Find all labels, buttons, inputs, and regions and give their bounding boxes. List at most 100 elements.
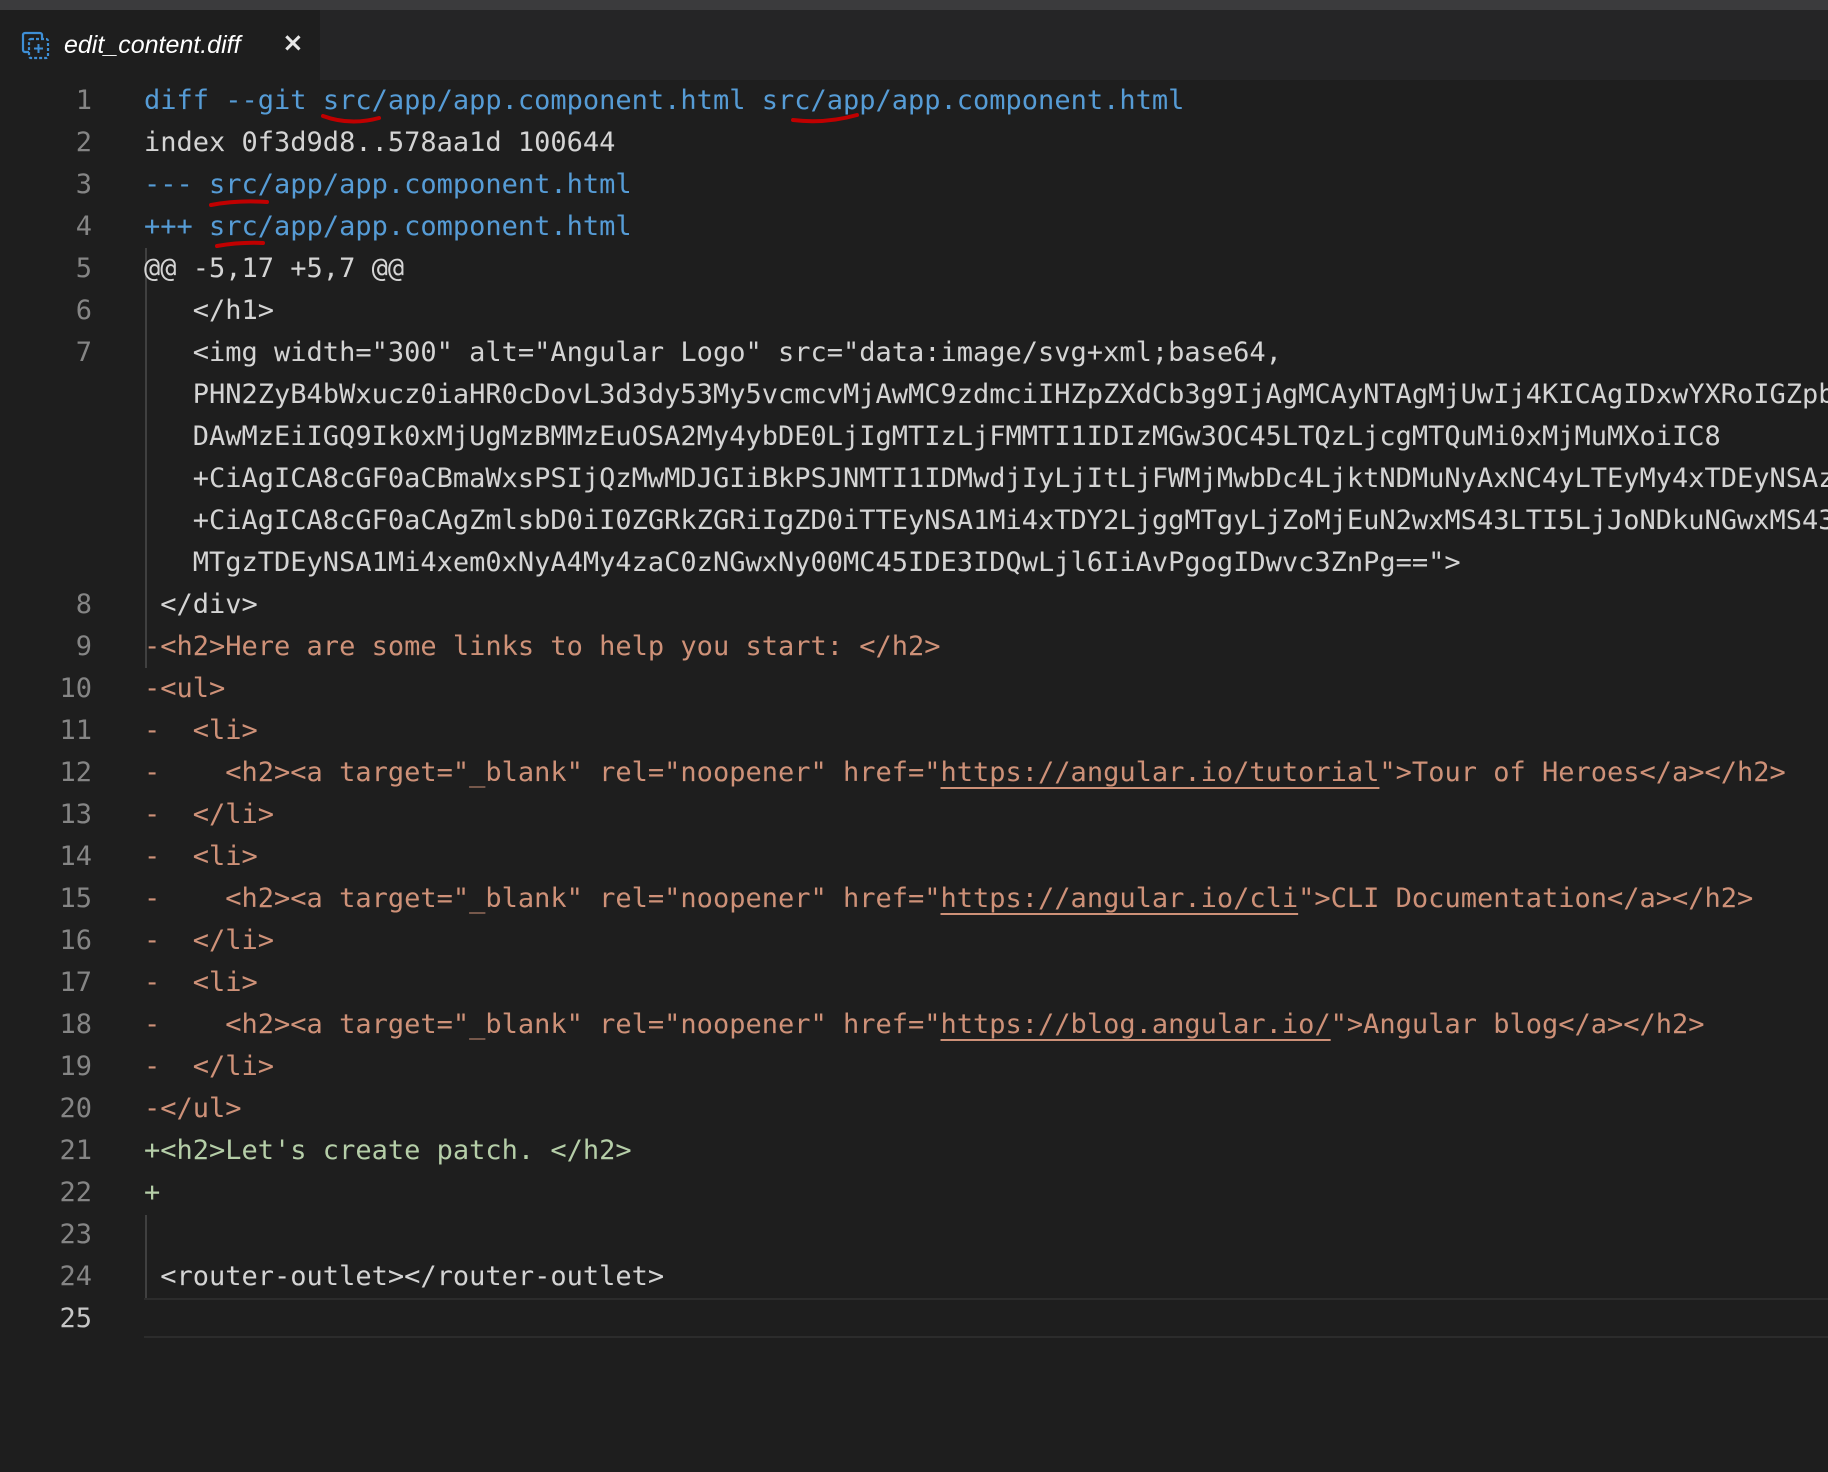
removed-line: -<h2>Here are some links to help you sta… (144, 631, 941, 662)
line-number: 6 (75, 295, 92, 326)
code-line: 11 - <li> (0, 710, 1828, 752)
code-line: 24 <router-outlet></router-outlet> (0, 1256, 1828, 1298)
annotation-underline (791, 113, 859, 124)
annotation-underline (321, 114, 381, 124)
file-path: src/app/app.component.html (322, 85, 746, 116)
code-text: ">Angular blog</a></h2> (1330, 1009, 1705, 1040)
file-path: src/app/app.component.html (209, 169, 632, 200)
removed-line: -<ul> (144, 673, 226, 704)
line-number: 9 (75, 631, 92, 662)
diff-file-icon (21, 31, 50, 60)
line-number: 13 (59, 799, 92, 830)
removed-line: - </li> (144, 925, 275, 956)
url-link[interactable]: https://angular.io/cli (941, 883, 1299, 914)
context-line: </div> (144, 589, 258, 620)
url-link[interactable]: https://angular.io/tutorial (941, 757, 1380, 788)
old-file-marker: --- (144, 169, 210, 200)
code-line: 19 - </li> (0, 1046, 1828, 1088)
context-line: </h1> (144, 295, 275, 326)
removed-line: - <li> (144, 841, 258, 872)
line-number: 22 (59, 1177, 92, 1208)
removed-line: -</ul> (144, 1093, 242, 1124)
line-number: 16 (59, 925, 92, 956)
wrapped-line: MTgzTDEyNSA1Mi4xem0xNyA4My4zaC0zNGwxNy00… (0, 542, 1828, 584)
code-line: 1 diff --git src/app/app.component.html … (0, 80, 1828, 122)
code-line: 12 - <h2><a target="_blank" rel="noopene… (0, 752, 1828, 794)
removed-line: - <h2><a target="_blank" rel="noopener" … (144, 878, 1753, 920)
line-number: 18 (59, 1009, 92, 1040)
code-text: - <h2><a target="_blank" rel="noopener" … (144, 757, 941, 788)
context-line: <img width="300" alt="Angular Logo" src=… (144, 337, 1282, 368)
current-line-highlight (144, 1298, 1828, 1338)
title-strip (0, 0, 1828, 10)
tab-edit-content-diff[interactable]: edit_content.diff × (0, 10, 320, 80)
removed-line: - </li> (144, 1051, 275, 1082)
diff-command: diff --git (144, 85, 323, 116)
line-number: 23 (59, 1219, 92, 1250)
code-line: 7 <img width="300" alt="Angular Logo" sr… (0, 332, 1828, 374)
line-number: 5 (75, 253, 92, 284)
line-number: 17 (59, 967, 92, 998)
added-line: + (144, 1177, 161, 1208)
code-line: 4 +++ src/app/app.component.html (0, 206, 1828, 248)
code-line-current: 25 (0, 1298, 1828, 1340)
line-number: 19 (59, 1051, 92, 1082)
code-line: 20 -</ul> (0, 1088, 1828, 1130)
code-text: ">Tour of Heroes</a></h2> (1379, 757, 1786, 788)
line-number: 12 (59, 757, 92, 788)
context-line-wrap: PHN2ZyB4bWxucz0iaHR0cDovL3d3dy53My5vcmcv… (192, 379, 1828, 410)
wrapped-line: +CiAgICA8cGF0aCAgZmlsbD0iI0ZGRkZGRiIgZD0… (0, 500, 1828, 542)
code-editor[interactable]: 1 diff --git src/app/app.component.html … (0, 80, 1828, 1472)
line-number: 4 (75, 211, 92, 242)
removed-line: - <li> (144, 967, 258, 998)
context-line-wrap: +CiAgICA8cGF0aCBmaWxsPSIjQzMwMDJGIiBkPSJ… (144, 463, 1828, 494)
code-line: 10 -<ul> (0, 668, 1828, 710)
line-number: 20 (59, 1093, 92, 1124)
code-line: 21 +<h2>Let's create patch. </h2> (0, 1130, 1828, 1172)
code-line: 6 </h1> (0, 290, 1828, 332)
tab-title: edit_content.diff (64, 31, 241, 59)
line-number: 10 (59, 673, 92, 704)
removed-line: - <h2><a target="_blank" rel="noopener" … (144, 1004, 1705, 1046)
editor-window: edit_content.diff × 1 diff --git src/app… (0, 0, 1828, 1472)
removed-line: - </li> (144, 799, 275, 830)
context-line-wrap: +CiAgICA8cGF0aCAgZmlsbD0iI0ZGRkZGRiIgZD0… (192, 505, 1828, 536)
line-number: 8 (75, 589, 92, 620)
wrapped-line: DAwMzEiIGQ9Ik0xMjUgMzBMMzEuOSA2My4ybDE0L… (0, 416, 1828, 458)
annotation-underline (215, 240, 265, 248)
code-line: 15 - <h2><a target="_blank" rel="noopene… (0, 878, 1828, 920)
code-line: 5 @@ -5,17 +5,7 @@ (0, 248, 1828, 290)
diff-index-line: index 0f3d9d8..578aa1d 100644 (144, 127, 616, 158)
wrapped-line: PHN2ZyB4bWxucz0iaHR0cDovL3d3dy53My5vcmcv… (0, 374, 1828, 416)
context-line-wrap: DAwMzEiIGQ9Ik0xMjUgMzBMMzEuOSA2My4ybDE0L… (144, 421, 1721, 452)
annotation-underline (209, 199, 269, 207)
code-line: 17 - <li> (0, 962, 1828, 1004)
code-line: 9 -<h2>Here are some links to help you s… (0, 626, 1828, 668)
line-number: 14 (59, 841, 92, 872)
code-line: 2 index 0f3d9d8..578aa1d 100644 (0, 122, 1828, 164)
code-line: 14 - <li> (0, 836, 1828, 878)
line-number: 1 (75, 85, 92, 116)
line-number: 25 (59, 1303, 92, 1334)
line-number: 24 (59, 1261, 92, 1292)
removed-line: - <h2><a target="_blank" rel="noopener" … (144, 752, 1786, 794)
code-line: 8 </div> (0, 584, 1828, 626)
diff-header-line: diff --git src/app/app.component.html sr… (144, 80, 1184, 122)
close-icon[interactable]: × (282, 10, 304, 80)
line-number: 11 (59, 715, 92, 746)
file-path: src/app/app.component.html (209, 211, 632, 242)
code-line: 18 - <h2><a target="_blank" rel="noopene… (0, 1004, 1828, 1046)
context-line: <router-outlet></router-outlet> (144, 1261, 665, 1292)
removed-line: - <li> (144, 715, 258, 746)
code-line: 23 (0, 1214, 1828, 1256)
path-separator (745, 85, 761, 116)
line-number: 21 (59, 1135, 92, 1166)
code-text: ">CLI Documentation</a></h2> (1298, 883, 1754, 914)
line-number: 15 (59, 883, 92, 914)
url-link[interactable]: https://blog.angular.io/ (941, 1009, 1331, 1040)
context-line-wrap: MTgzTDEyNSA1Mi4xem0xNyA4My4zaC0zNGwxNy00… (144, 547, 1461, 578)
code-line: 13 - </li> (0, 794, 1828, 836)
code-line: 22 + (0, 1172, 1828, 1214)
new-file-marker: +++ (144, 211, 210, 242)
line-number: 2 (75, 127, 92, 158)
